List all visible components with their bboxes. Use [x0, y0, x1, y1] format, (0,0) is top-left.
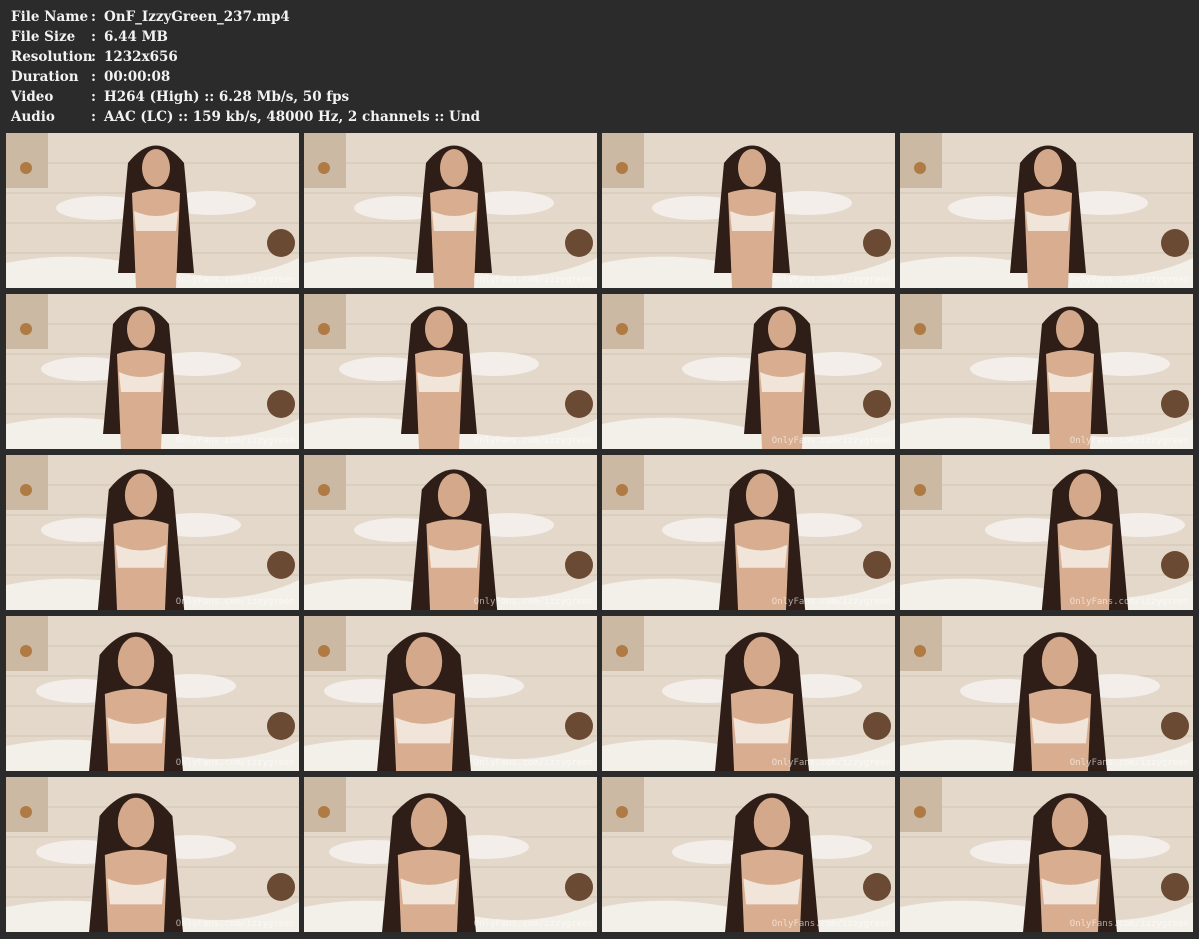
thumbnail-watermark: OnlyFans.com/izzygreen [473, 919, 593, 929]
info-separator: : [91, 109, 96, 125]
thumbnail-watermark: OnlyFans.com/izzygreen [175, 597, 295, 607]
video-frame-thumbnail: OnlyFans.com/izzygreen [602, 616, 895, 771]
video-frame-thumbnail: OnlyFans.com/izzygreen [304, 133, 597, 288]
info-separator: : [91, 49, 96, 65]
video-frame-thumbnail: OnlyFans.com/izzygreen [6, 133, 299, 288]
thumbnail-watermark: OnlyFans.com/izzygreen [473, 758, 593, 768]
info-value: OnF_IzzyGreen_237.mp4 [104, 9, 290, 25]
info-row-resolution: Resolution : 1232x656 [11, 47, 480, 67]
thumbnail-watermark: OnlyFans.com/izzygreen [473, 275, 593, 285]
info-separator: : [91, 9, 96, 25]
thumbnail-watermark: OnlyFans.com/izzygreen [771, 436, 891, 446]
info-row-audio: Audio : AAC (LC) :: 159 kb/s, 48000 Hz, … [11, 107, 480, 127]
video-frame-thumbnail: OnlyFans.com/izzygreen [304, 455, 597, 610]
info-key: File Size [11, 29, 76, 45]
thumbnail-watermark: OnlyFans.com/izzygreen [175, 275, 295, 285]
info-row-file-size: File Size : 6.44 MB [11, 27, 480, 47]
video-frame-thumbnail: OnlyFans.com/izzygreen [900, 616, 1193, 771]
info-row-duration: Duration : 00:00:08 [11, 67, 480, 87]
file-info-panel: File Name : OnF_IzzyGreen_237.mp4 File S… [11, 7, 480, 127]
info-key: Duration [11, 69, 79, 85]
thumbnail-grid: OnlyFans.com/izzygreen OnlyFans.com/izzyg… [6, 133, 1193, 932]
video-frame-thumbnail: OnlyFans.com/izzygreen [900, 133, 1193, 288]
thumbnail-watermark: OnlyFans.com/izzygreen [1069, 758, 1189, 768]
info-key: Audio [11, 109, 55, 125]
thumbnail-watermark: OnlyFans.com/izzygreen [473, 597, 593, 607]
thumbnail-watermark: OnlyFans.com/izzygreen [771, 919, 891, 929]
thumbnail-watermark: OnlyFans.com/izzygreen [175, 436, 295, 446]
video-frame-thumbnail: OnlyFans.com/izzygreen [304, 294, 597, 449]
video-frame-thumbnail: OnlyFans.com/izzygreen [900, 294, 1193, 449]
video-frame-thumbnail: OnlyFans.com/izzygreen [602, 133, 895, 288]
info-key: Resolution [11, 49, 93, 65]
info-separator: : [91, 69, 96, 85]
thumbnail-watermark: OnlyFans.com/izzygreen [771, 275, 891, 285]
info-value: H264 (High) :: 6.28 Mb/s, 50 fps [104, 89, 350, 105]
info-value: 6.44 MB [104, 29, 168, 45]
thumbnail-watermark: OnlyFans.com/izzygreen [175, 919, 295, 929]
video-frame-thumbnail: OnlyFans.com/izzygreen [602, 455, 895, 610]
info-key: File Name [11, 9, 89, 25]
thumbnail-watermark: OnlyFans.com/izzygreen [1069, 597, 1189, 607]
thumbnail-watermark: OnlyFans.com/izzygreen [771, 758, 891, 768]
info-separator: : [91, 89, 96, 105]
video-frame-thumbnail: OnlyFans.com/izzygreen [6, 616, 299, 771]
thumbnail-watermark: OnlyFans.com/izzygreen [771, 597, 891, 607]
video-frame-thumbnail: OnlyFans.com/izzygreen [602, 777, 895, 932]
info-value: 00:00:08 [104, 69, 171, 85]
info-row-file-name: File Name : OnF_IzzyGreen_237.mp4 [11, 7, 480, 27]
thumbnail-watermark: OnlyFans.com/izzygreen [175, 758, 295, 768]
video-frame-thumbnail: OnlyFans.com/izzygreen [900, 455, 1193, 610]
thumbnail-watermark: OnlyFans.com/izzygreen [1069, 436, 1189, 446]
info-row-video: Video : H264 (High) :: 6.28 Mb/s, 50 fps [11, 87, 480, 107]
video-frame-thumbnail: OnlyFans.com/izzygreen [6, 455, 299, 610]
thumbnail-watermark: OnlyFans.com/izzygreen [1069, 919, 1189, 929]
thumbnail-watermark: OnlyFans.com/izzygreen [473, 436, 593, 446]
video-frame-thumbnail: OnlyFans.com/izzygreen [602, 294, 895, 449]
video-frame-thumbnail: OnlyFans.com/izzygreen [304, 777, 597, 932]
info-key: Video [11, 89, 54, 105]
thumbnail-watermark: OnlyFans.com/izzygreen [1069, 275, 1189, 285]
video-frame-thumbnail: OnlyFans.com/izzygreen [6, 777, 299, 932]
video-frame-thumbnail: OnlyFans.com/izzygreen [304, 616, 597, 771]
info-value: 1232x656 [104, 49, 178, 65]
video-frame-thumbnail: OnlyFans.com/izzygreen [900, 777, 1193, 932]
video-frame-thumbnail: OnlyFans.com/izzygreen [6, 294, 299, 449]
info-separator: : [91, 29, 96, 45]
info-value: AAC (LC) :: 159 kb/s, 48000 Hz, 2 channe… [104, 109, 481, 125]
